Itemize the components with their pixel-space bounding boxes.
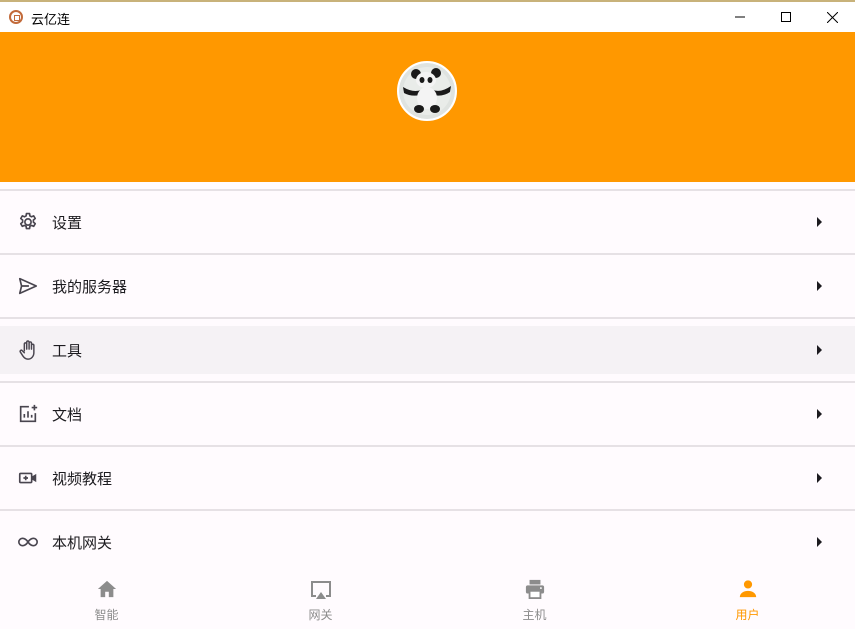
app-logo-icon <box>9 10 23 24</box>
chevron-right-icon <box>812 407 826 421</box>
infinity-icon <box>16 530 40 554</box>
menu-item-docs[interactable]: 文档 <box>0 390 855 438</box>
printer-icon <box>428 579 641 601</box>
close-button[interactable] <box>809 2 855 32</box>
nav-tab-smart[interactable]: 智能 <box>0 571 213 629</box>
bottom-navigation: 智能 网关 主机 用户 <box>0 571 855 629</box>
hand-icon <box>16 338 40 362</box>
menu-item-label: 视频教程 <box>52 469 113 488</box>
home-icon <box>0 579 213 601</box>
nav-tab-user[interactable]: 用户 <box>641 571 854 629</box>
nav-tab-gateway[interactable]: 网关 <box>214 571 427 629</box>
menu-item-local-gateway[interactable]: 本机网关 <box>0 518 855 566</box>
minimize-button[interactable] <box>717 2 763 32</box>
menu-item-video-tutorials[interactable]: 视频教程 <box>0 454 855 502</box>
add-chart-icon <box>16 402 40 426</box>
menu-item-label: 我的服务器 <box>52 277 128 296</box>
chevron-right-icon <box>812 215 826 229</box>
nav-tab-label: 主机 <box>522 608 547 622</box>
chevron-right-icon <box>812 343 826 357</box>
video-add-icon <box>16 466 40 490</box>
divider <box>0 445 855 447</box>
menu-item-label: 工具 <box>52 341 83 360</box>
chevron-right-icon <box>812 279 826 293</box>
airplay-icon <box>214 579 427 601</box>
window-title: 云亿连 <box>31 13 71 28</box>
nav-tab-label: 智能 <box>94 608 119 622</box>
maximize-button[interactable] <box>763 2 809 32</box>
nav-tab-host[interactable]: 主机 <box>428 571 641 629</box>
person-icon <box>641 579 854 601</box>
menu-item-label: 本机网关 <box>52 533 113 552</box>
menu-item-my-servers[interactable]: 我的服务器 <box>0 262 855 310</box>
menu-item-label: 文档 <box>52 405 83 424</box>
panda-avatar-icon <box>399 63 455 119</box>
nav-tab-label: 用户 <box>735 608 760 622</box>
nav-tab-label: 网关 <box>308 608 333 622</box>
chevron-right-icon <box>812 471 826 485</box>
send-icon <box>16 274 40 298</box>
user-avatar[interactable] <box>397 61 457 121</box>
divider <box>0 317 855 319</box>
gear-icon <box>16 210 40 234</box>
menu-item-tools[interactable]: 工具 <box>0 326 855 374</box>
divider <box>0 381 855 383</box>
chevron-right-icon <box>812 535 826 549</box>
window-titlebar: 云亿连 <box>0 0 855 32</box>
divider <box>0 189 855 191</box>
divider <box>0 253 855 255</box>
divider <box>0 509 855 511</box>
menu-item-label: 设置 <box>52 213 83 232</box>
menu-item-settings[interactable]: 设置 <box>0 198 855 246</box>
